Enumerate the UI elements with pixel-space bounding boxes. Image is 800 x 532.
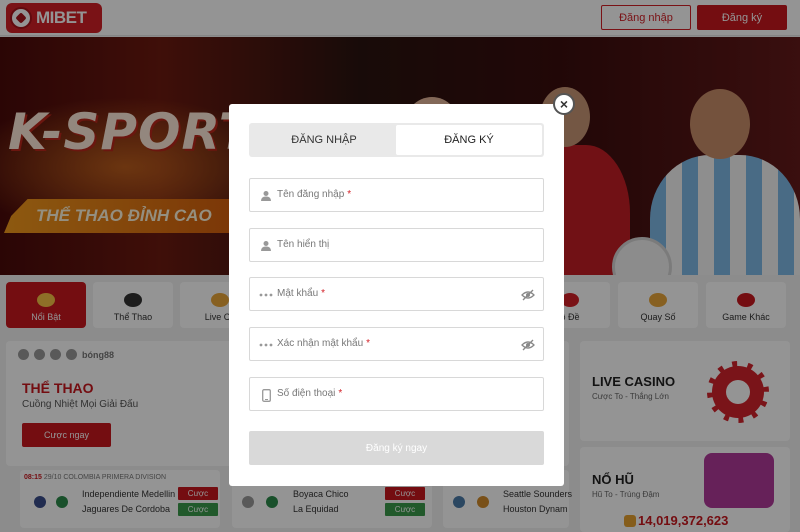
phone-placeholder: Số điện thoại *	[277, 388, 343, 399]
close-icon[interactable]: ×	[553, 93, 575, 115]
password-placeholder: Mật khẩu *	[277, 288, 326, 299]
user-icon	[259, 239, 273, 253]
tab-register[interactable]: ĐĂNG KÝ	[396, 125, 542, 155]
username-placeholder: Tên đăng nhập *	[277, 189, 352, 200]
password-dots-icon	[259, 338, 273, 352]
username-field[interactable]: Tên đăng nhập *	[249, 178, 544, 212]
phone-icon	[259, 388, 273, 402]
eye-slash-icon[interactable]	[521, 338, 535, 352]
tab-login[interactable]: ĐĂNG NHẬP	[251, 125, 397, 155]
confirm-password-placeholder: Xác nhận mật khẩu *	[277, 338, 371, 349]
password-field[interactable]: Mật khẩu *	[249, 277, 544, 311]
user-icon	[259, 189, 273, 203]
password-dots-icon	[259, 288, 273, 302]
auth-tabs: ĐĂNG NHẬP ĐĂNG KÝ	[249, 123, 544, 157]
register-submit-button[interactable]: Đăng ký ngay	[249, 431, 544, 465]
display-name-placeholder: Tên hiển thị	[277, 239, 330, 250]
confirm-password-field[interactable]: Xác nhận mật khẩu *	[249, 327, 544, 361]
auth-modal: ĐĂNG NHẬP ĐĂNG KÝ Tên đăng nhập * Tên hiể…	[229, 104, 564, 486]
display-name-field[interactable]: Tên hiển thị	[249, 228, 544, 262]
phone-field[interactable]: Số điện thoại *	[249, 377, 544, 411]
eye-slash-icon[interactable]	[521, 288, 535, 302]
